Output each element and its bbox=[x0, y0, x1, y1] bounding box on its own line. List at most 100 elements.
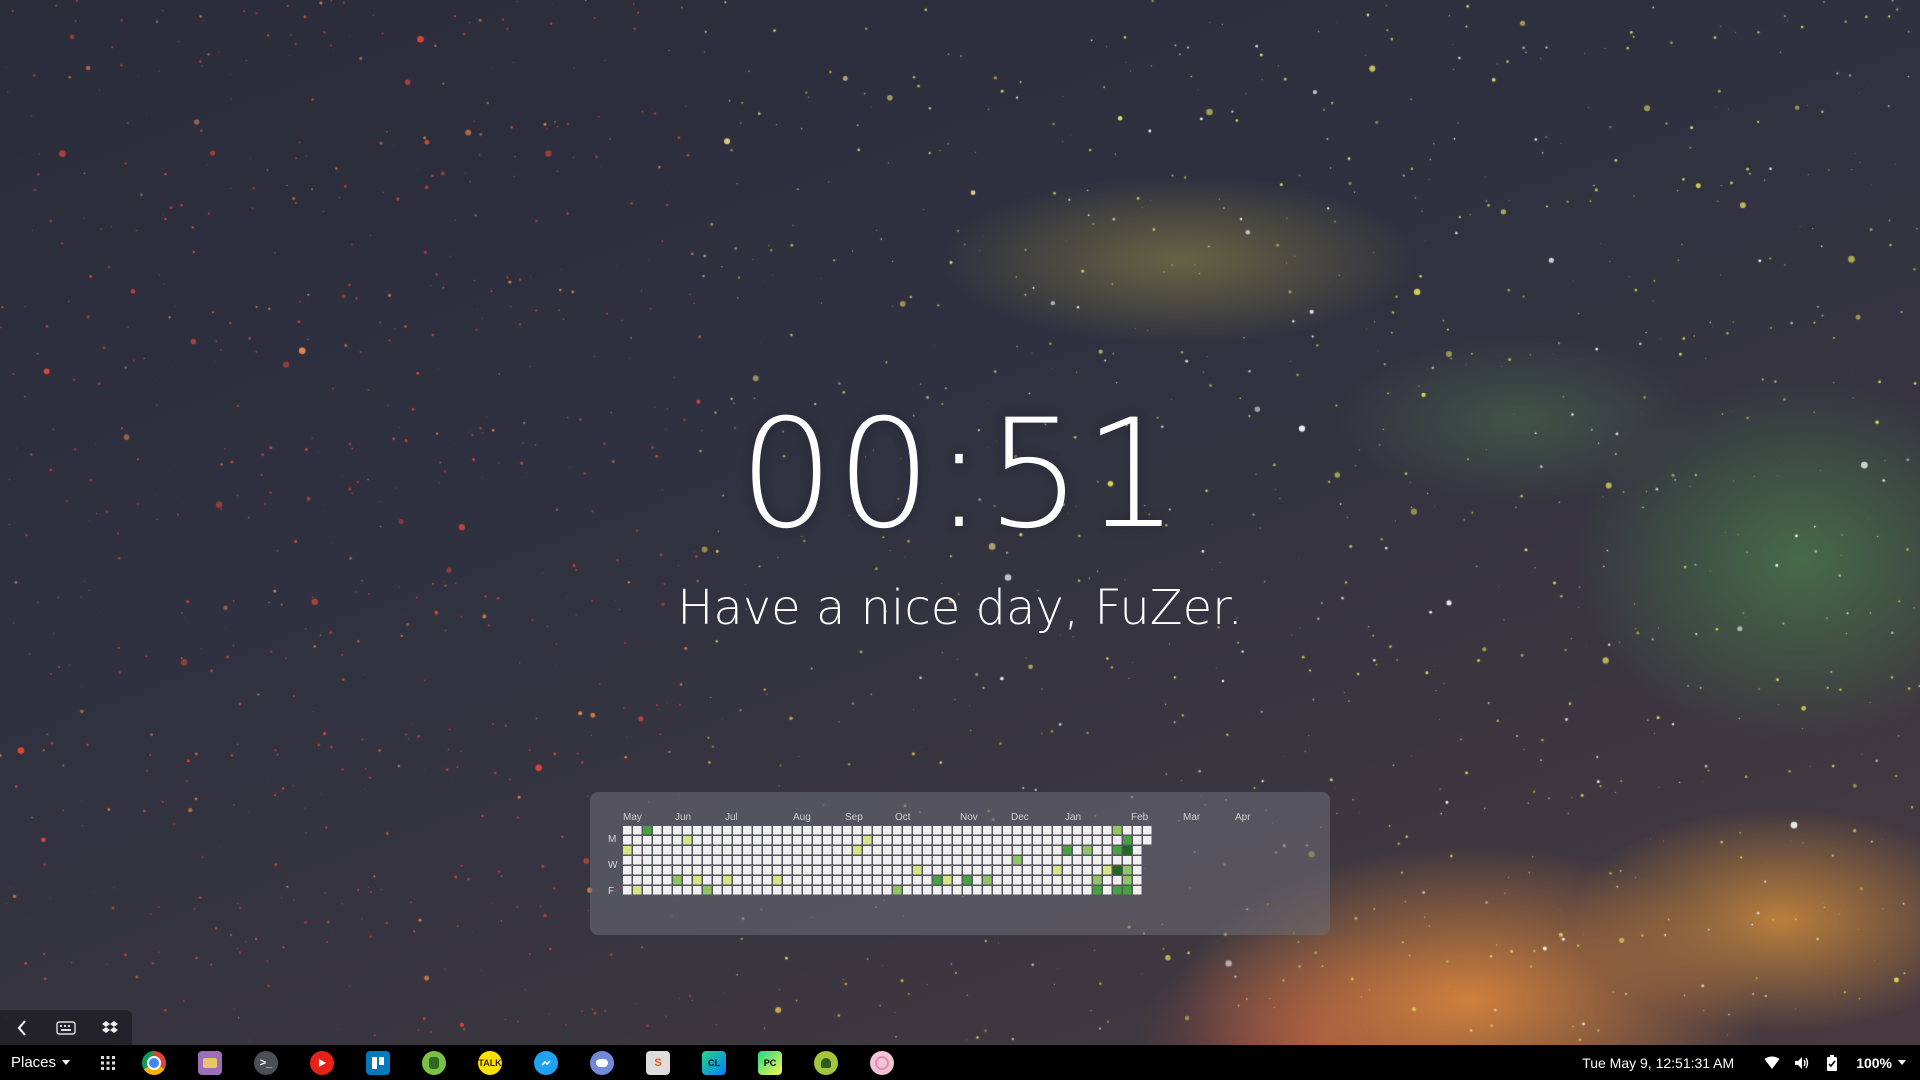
contribution-cell bbox=[833, 876, 842, 885]
contribution-cell bbox=[713, 856, 722, 865]
contribution-cell bbox=[1103, 836, 1112, 845]
android-studio-icon[interactable] bbox=[814, 1050, 839, 1075]
youtube-icon[interactable] bbox=[310, 1050, 335, 1075]
clion-icon[interactable]: CL bbox=[702, 1050, 727, 1075]
contribution-cell bbox=[683, 876, 692, 885]
volume-icon[interactable] bbox=[1792, 1053, 1812, 1073]
contribution-cell bbox=[1143, 836, 1152, 845]
discord-icon[interactable] bbox=[590, 1050, 615, 1075]
contribution-cell bbox=[683, 826, 692, 835]
kakaotalk-icon[interactable]: TALK bbox=[478, 1050, 503, 1075]
contribution-cell bbox=[953, 856, 962, 865]
files-icon[interactable] bbox=[198, 1050, 223, 1075]
sublime-text-icon[interactable]: S bbox=[646, 1050, 671, 1075]
contribution-cell bbox=[1073, 836, 1082, 845]
contribution-cell bbox=[893, 856, 902, 865]
contribution-cell bbox=[923, 886, 932, 895]
contribution-cell bbox=[893, 826, 902, 835]
contribution-cell bbox=[733, 866, 742, 875]
contribution-cell bbox=[893, 876, 902, 885]
battery-icon[interactable] bbox=[1822, 1053, 1842, 1073]
contribution-cell bbox=[843, 886, 852, 895]
contribution-cell bbox=[743, 886, 752, 895]
contribution-graph-widget: May Jun Jul Aug Sep Oct Nov Dec Jan Feb … bbox=[590, 792, 1330, 935]
contribution-cell bbox=[783, 876, 792, 885]
contribution-cell bbox=[743, 836, 752, 845]
contribution-cell bbox=[1013, 886, 1022, 895]
evernote-icon[interactable] bbox=[422, 1050, 447, 1075]
contribution-cell bbox=[1043, 866, 1052, 875]
contribution-cell bbox=[753, 846, 762, 855]
contribution-cell bbox=[823, 846, 832, 855]
month-label: Nov bbox=[960, 812, 978, 823]
contribution-cell bbox=[843, 866, 852, 875]
chevron-down-icon[interactable] bbox=[1898, 1060, 1906, 1065]
contribution-cell bbox=[733, 826, 742, 835]
trello-icon[interactable] bbox=[366, 1050, 391, 1075]
contribution-cell bbox=[903, 886, 912, 895]
contribution-cell bbox=[723, 856, 732, 865]
contribution-cell bbox=[1123, 836, 1132, 845]
clock-datetime[interactable]: Tue May 9, 12:51:31 AM bbox=[1582, 1055, 1734, 1071]
contribution-cell bbox=[1103, 866, 1112, 875]
contribution-cell bbox=[893, 886, 902, 895]
month-label: Sep bbox=[845, 812, 863, 823]
contribution-cell bbox=[793, 886, 802, 895]
contribution-cell bbox=[1063, 856, 1072, 865]
contribution-cell bbox=[653, 886, 662, 895]
dropbox-icon[interactable] bbox=[92, 1013, 128, 1043]
contribution-cell bbox=[673, 866, 682, 875]
contribution-cell bbox=[1063, 876, 1072, 885]
contribution-cell bbox=[693, 866, 702, 875]
contribution-cell bbox=[973, 856, 982, 865]
contribution-cell bbox=[673, 886, 682, 895]
contribution-cell bbox=[1003, 876, 1012, 885]
contribution-cell bbox=[953, 876, 962, 885]
wifi-icon[interactable] bbox=[1762, 1053, 1782, 1073]
terminal-icon[interactable]: >_ bbox=[254, 1050, 279, 1075]
contribution-cell bbox=[653, 826, 662, 835]
keyboard-icon[interactable] bbox=[48, 1013, 84, 1043]
contribution-cell bbox=[1043, 886, 1052, 895]
contribution-cell bbox=[1123, 856, 1132, 865]
contribution-cell bbox=[853, 856, 862, 865]
contribution-cell bbox=[973, 846, 982, 855]
contribution-cell bbox=[663, 846, 672, 855]
contribution-cell bbox=[643, 826, 652, 835]
month-label: Jan bbox=[1065, 812, 1082, 823]
contribution-cell bbox=[1093, 826, 1102, 835]
contribution-cell bbox=[723, 886, 732, 895]
contribution-cell bbox=[1013, 856, 1022, 865]
greeting-text: Have a nice day, FuZer. bbox=[677, 580, 1243, 636]
contribution-cell bbox=[693, 826, 702, 835]
contribution-cell bbox=[723, 846, 732, 855]
contribution-cell bbox=[853, 826, 862, 835]
contribution-cell bbox=[783, 846, 792, 855]
contribution-cell bbox=[733, 876, 742, 885]
contribution-cell bbox=[633, 886, 642, 895]
app-icon[interactable] bbox=[870, 1050, 895, 1075]
contribution-cell bbox=[873, 886, 882, 895]
contribution-cell bbox=[723, 836, 732, 845]
pycharm-icon[interactable]: PC bbox=[758, 1050, 783, 1075]
contribution-cell bbox=[1013, 846, 1022, 855]
contribution-cell bbox=[823, 826, 832, 835]
contribution-cell bbox=[793, 856, 802, 865]
battery-percentage[interactable]: 100% bbox=[1856, 1055, 1892, 1071]
contribution-cell bbox=[933, 866, 942, 875]
contribution-cell bbox=[783, 866, 792, 875]
contribution-cell bbox=[803, 866, 812, 875]
contribution-cell bbox=[703, 826, 712, 835]
places-menu[interactable]: Places bbox=[11, 1054, 71, 1071]
contribution-cell bbox=[913, 826, 922, 835]
contribution-cell bbox=[783, 856, 792, 865]
chrome-icon[interactable] bbox=[142, 1050, 167, 1075]
contribution-cell bbox=[863, 846, 872, 855]
messenger-icon[interactable] bbox=[534, 1050, 559, 1075]
app-grid-icon[interactable] bbox=[96, 1051, 120, 1075]
contribution-cell bbox=[1123, 826, 1132, 835]
contribution-cell bbox=[1063, 826, 1072, 835]
contribution-cell bbox=[993, 876, 1002, 885]
back-arrow-icon[interactable] bbox=[4, 1013, 40, 1043]
contribution-cell bbox=[1133, 886, 1142, 895]
